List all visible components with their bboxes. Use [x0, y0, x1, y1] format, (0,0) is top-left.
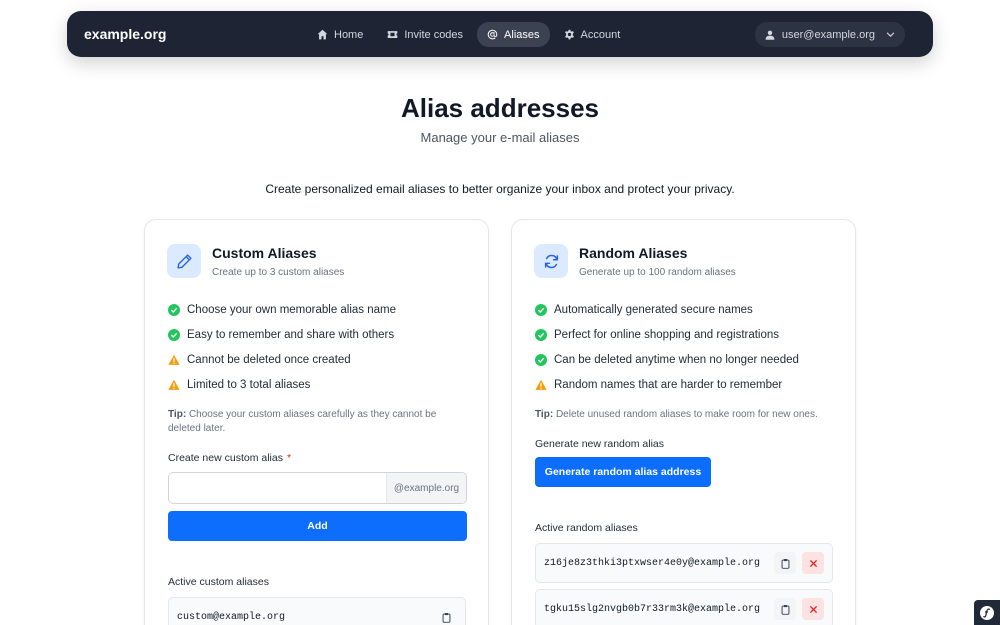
alias-address: z16je8z3thki3ptxwser4e0y@example.org: [544, 557, 761, 569]
custom-alias-label-text: Create new custom alias: [168, 452, 283, 464]
feature-item: Choose your own memorable alias name: [168, 297, 396, 322]
debug-toolbar-toggle[interactable]: [974, 600, 1000, 625]
random-alias-row: tgku15slg2nvgb0b7r33rm3k@example.org: [535, 589, 833, 625]
random-aliases-icon-box: [534, 244, 568, 278]
feature-text: Perfect for online shopping and registra…: [554, 328, 780, 341]
custom-aliases-icon-box: [167, 244, 201, 278]
active-random-aliases-label: Active random aliases: [535, 522, 638, 534]
nav-aliases-label: Aliases: [504, 28, 540, 41]
feature-item: Can be deleted anytime when no longer ne…: [535, 347, 799, 372]
gear-icon: [564, 29, 574, 40]
nav-invite-codes-label: Invite codes: [404, 28, 464, 41]
random-alias-row: z16je8z3thki3ptxwser4e0y@example.org: [535, 543, 833, 583]
alias-address: tgku15slg2nvgb0b7r33rm3k@example.org: [544, 603, 761, 615]
nav-account-label: Account: [580, 28, 621, 41]
check-circle-icon: [535, 303, 547, 316]
user-email: user@example.org: [781, 28, 875, 41]
feature-item: Random names that are harder to remember: [535, 372, 799, 397]
tip-text: Delete unused random aliases to make roo…: [555, 409, 818, 420]
top-navbar: example.org Home Invite codes Aliases Ac…: [67, 11, 933, 57]
feature-text: Random names that are harder to remember: [554, 378, 783, 391]
nav-account[interactable]: Account: [554, 22, 631, 47]
custom-aliases-title: Custom Aliases: [212, 245, 317, 261]
generate-random-alias-button[interactable]: Generate random alias address: [535, 457, 711, 487]
feature-item: Cannot be deleted once created: [168, 347, 396, 372]
tip-text: Choose your custom aliases carefully as …: [168, 409, 437, 434]
pencil-icon: [176, 253, 192, 269]
feature-text: Cannot be deleted once created: [187, 353, 351, 366]
page-subtitle: Manage your e-mail aliases: [420, 130, 580, 145]
custom-alias-input-group: @example.org: [168, 472, 467, 504]
check-circle-icon: [168, 328, 180, 341]
custom-alias-input[interactable]: [169, 473, 386, 503]
custom-tip: Tip: Choose your custom aliases carefull…: [168, 408, 468, 436]
copy-button[interactable]: [774, 552, 796, 574]
nav-home-label: Home: [334, 28, 364, 41]
close-icon: [809, 605, 817, 613]
copy-button[interactable]: [774, 598, 796, 620]
tip-label: Tip:: [535, 409, 554, 420]
custom-aliases-card: Custom Aliases Create up to 3 custom ali…: [144, 219, 489, 625]
check-circle-icon: [535, 328, 547, 341]
add-alias-button[interactable]: Add: [168, 511, 467, 541]
random-features-list: Automatically generated secure names Per…: [535, 297, 799, 397]
clipboard-icon: [781, 558, 789, 569]
feature-item: Easy to remember and share with others: [168, 322, 396, 347]
required-mark: *: [286, 452, 292, 464]
random-tip: Tip: Delete unused random aliases to mak…: [535, 408, 835, 422]
domain-suffix: @example.org: [386, 473, 466, 503]
delete-button[interactable]: [802, 552, 824, 574]
feature-text: Choose your own memorable alias name: [187, 303, 397, 316]
refresh-icon: [544, 254, 558, 268]
nav-aliases[interactable]: Aliases: [477, 22, 550, 47]
feature-text: Can be deleted anytime when no longer ne…: [554, 353, 799, 366]
check-circle-icon: [535, 353, 547, 366]
ticket-icon: [388, 31, 398, 38]
active-custom-aliases-label: Active custom aliases: [168, 576, 269, 588]
generate-random-label: Generate new random alias: [535, 438, 664, 450]
tip-label: Tip:: [168, 409, 187, 420]
random-aliases-card: Random Aliases Generate up to 100 random…: [511, 219, 856, 625]
custom-aliases-subtitle: Create up to 3 custom aliases: [212, 267, 345, 278]
alias-address: custom@example.org: [177, 611, 286, 623]
symfony-logo-icon: [980, 605, 994, 620]
custom-alias-row: custom@example.org: [168, 597, 466, 625]
at-icon: [487, 29, 498, 40]
warning-icon: [168, 354, 180, 365]
clipboard-icon: [442, 612, 450, 623]
feature-item: Limited to 3 total aliases: [168, 372, 396, 397]
chevron-down-icon: [886, 32, 895, 37]
delete-button[interactable]: [802, 598, 824, 620]
close-icon: [809, 559, 817, 567]
feature-text: Automatically generated secure names: [554, 303, 753, 316]
feature-item: Automatically generated secure names: [535, 297, 799, 322]
feature-text: Easy to remember and share with others: [187, 328, 395, 341]
feature-text: Limited to 3 total aliases: [187, 378, 311, 391]
feature-item: Perfect for online shopping and registra…: [535, 322, 799, 347]
nav-links: Home Invite codes Aliases Account: [307, 22, 630, 47]
custom-features-list: Choose your own memorable alias name Eas…: [168, 297, 396, 397]
copy-button[interactable]: [435, 606, 457, 625]
custom-alias-input-label: Create new custom alias *: [168, 452, 291, 464]
page-title: Alias addresses: [400, 93, 599, 123]
warning-icon: [168, 379, 180, 390]
warning-icon: [535, 379, 547, 390]
brand-logo[interactable]: example.org: [84, 11, 166, 57]
user-icon: [765, 30, 775, 40]
clipboard-icon: [781, 604, 789, 615]
page-intro: Create personalized email aliases to bet…: [265, 182, 735, 196]
nav-home[interactable]: Home: [307, 22, 373, 47]
random-aliases-subtitle: Generate up to 100 random aliases: [579, 267, 736, 278]
user-menu-dropdown[interactable]: user@example.org: [754, 22, 905, 47]
nav-invite-codes[interactable]: Invite codes: [377, 22, 473, 47]
random-aliases-title: Random Aliases: [579, 245, 688, 261]
home-icon: [317, 29, 328, 40]
check-circle-icon: [168, 303, 180, 316]
